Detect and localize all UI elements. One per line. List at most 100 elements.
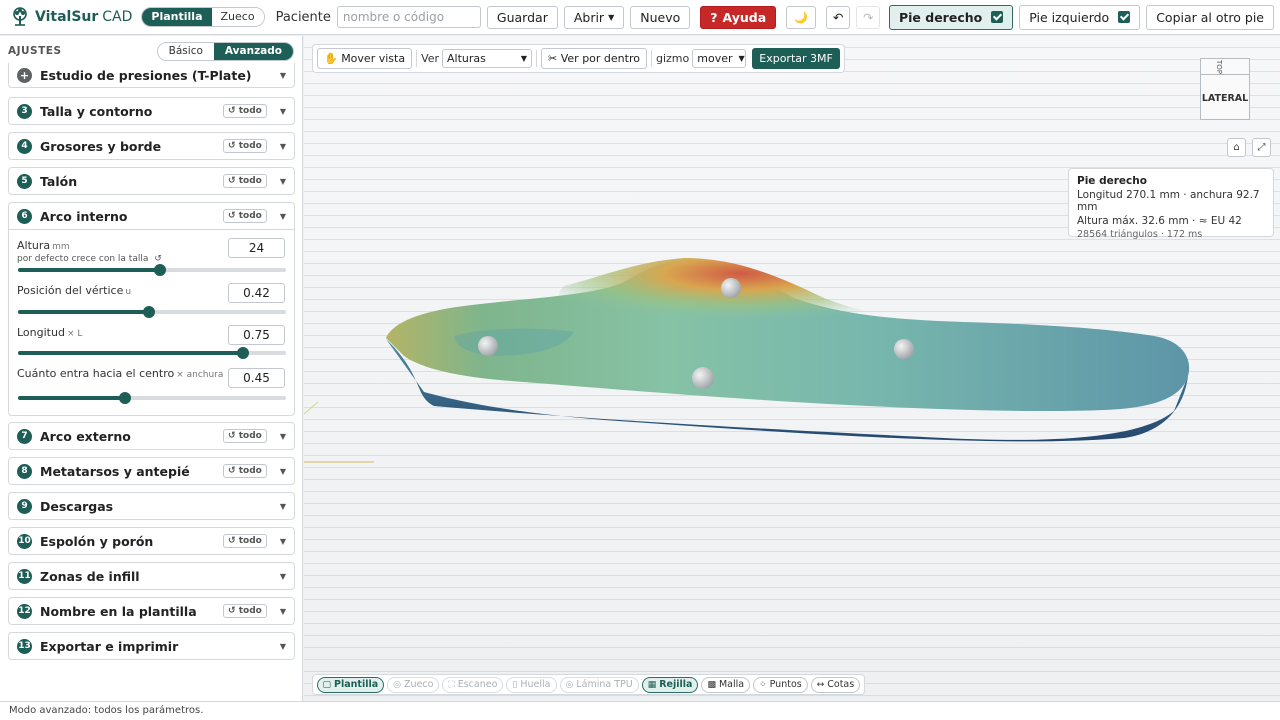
length-input[interactable]: 0.75 — [228, 325, 285, 345]
height-slider[interactable] — [18, 264, 286, 276]
view-cube-top[interactable]: TOP — [1201, 59, 1249, 75]
checkbox-icon — [1118, 11, 1131, 23]
info-title: Pie derecho — [1077, 175, 1147, 187]
section-inner-arch[interactable]: 6 Arco interno ↺ todo ▼ — [8, 202, 295, 230]
section-export-print[interactable]: 13 Exportar e imprimir ▼ — [8, 632, 295, 660]
pan-view-button[interactable]: ✋ Mover vista — [317, 48, 413, 69]
length-slider[interactable] — [18, 347, 286, 359]
reset-all-button[interactable]: ↺ todo — [223, 174, 267, 188]
param-inward: Cuánto entra hacia el centro × anchura 0.… — [17, 366, 287, 390]
param-label: Longitud — [17, 326, 65, 339]
reset-icon[interactable]: ↺ — [154, 254, 162, 264]
expand-icon: ⤢ — [1257, 142, 1266, 153]
mode-switch: Plantilla Zueco — [141, 7, 265, 27]
tree-logo-icon — [13, 7, 27, 26]
reset-all-button[interactable]: ↺ todo — [223, 104, 267, 118]
apex-position-input[interactable]: 0.42 — [228, 283, 285, 303]
export-3mf-button[interactable]: Exportar 3MF — [752, 48, 840, 69]
height-input[interactable]: 24 — [228, 238, 285, 258]
left-foot-toggle[interactable]: Pie izquierdo — [1019, 4, 1141, 30]
chevron-down-icon: ▼ — [279, 501, 286, 511]
open-button[interactable]: Abrir ▼ — [563, 5, 625, 29]
apex-position-slider[interactable] — [18, 306, 286, 318]
layer-dimensions[interactable]: ↔ Cotas — [810, 676, 861, 693]
help-button[interactable]: ? Ayuda — [700, 5, 777, 29]
mode-tab-plantilla[interactable]: Plantilla — [142, 8, 212, 26]
patient-input[interactable] — [336, 6, 481, 28]
section-view-button[interactable]: ✂ Ver por dentro — [541, 48, 647, 69]
save-button[interactable]: Guardar — [486, 5, 558, 29]
layer-scan[interactable]: ⛶ Escaneo — [442, 676, 504, 693]
clog-icon: ◎ — [393, 679, 401, 690]
view-cube-top-label: TOP — [1215, 60, 1223, 75]
control-point-forefoot[interactable] — [894, 339, 914, 359]
layer-label: Cotas — [827, 679, 855, 690]
level-tab-basic[interactable]: Básico — [157, 42, 214, 60]
undo-button[interactable]: ↶ — [826, 5, 851, 29]
theme-toggle-button[interactable]: 🌙 — [786, 5, 817, 29]
copy-to-other-foot-button[interactable]: Copiar al otro pie — [1146, 4, 1274, 30]
section-number: 7 — [17, 428, 32, 444]
chevron-down-icon: ▼ — [279, 431, 286, 441]
section-size-contour[interactable]: 3 Talla y contorno ↺ todo ▼ — [8, 97, 295, 125]
section-insole-name[interactable]: 12 Nombre en la plantilla ↺ todo ▼ — [8, 597, 295, 625]
home-icon: ⌂ — [1233, 142, 1240, 153]
reset-all-button[interactable]: ↺ todo — [223, 209, 267, 223]
right-foot-label: Pie derecho — [898, 9, 983, 25]
mode-tab-zueco[interactable]: Zueco — [211, 8, 264, 26]
layer-label: Puntos — [769, 679, 802, 690]
gizmo-select[interactable]: mover ▼ — [692, 49, 747, 68]
section-pressure-study[interactable]: + Estudio de presiones (T-Plate) ▼ — [8, 63, 295, 88]
layer-footprint[interactable]: ▯ Huella — [506, 676, 557, 693]
home-view-button[interactable]: ⌂ — [1227, 138, 1246, 157]
section-number: 13 — [17, 638, 32, 654]
layer-tpu-sheet[interactable]: ◎ Lámina TPU — [559, 676, 639, 693]
section-metatarsals[interactable]: 8 Metatarsos y antepié ↺ todo ▼ — [8, 457, 295, 485]
chevron-down-icon: ▼ — [279, 176, 286, 186]
section-number: 6 — [17, 208, 32, 224]
layer-points[interactable]: ⁘ Puntos — [753, 676, 808, 693]
layer-mesh[interactable]: ▩ Malla — [701, 676, 751, 693]
slider-knob[interactable] — [237, 347, 250, 359]
section-offloads[interactable]: 9 Descargas ▼ — [8, 492, 295, 520]
3d-viewport[interactable]: ✋ Mover vista Ver Alturas ▼ ✂ Ver por den… — [304, 36, 1280, 701]
inward-input[interactable]: 0.45 — [228, 368, 285, 388]
fullscreen-button[interactable]: ⤢ — [1252, 138, 1271, 157]
slider-knob[interactable] — [119, 392, 132, 404]
section-spur[interactable]: 10 Espolón y porón ↺ todo ▼ — [8, 527, 295, 555]
right-foot-toggle[interactable]: Pie derecho — [888, 4, 1014, 30]
left-foot-label: Pie izquierdo — [1029, 9, 1110, 25]
inward-slider[interactable] — [18, 392, 286, 404]
layer-label: Lámina TPU — [576, 679, 633, 690]
section-outer-arch[interactable]: 7 Arco externo ↺ todo ▼ — [8, 422, 295, 450]
reset-all-button[interactable]: ↺ todo — [223, 464, 267, 478]
redo-button[interactable]: ↷ — [856, 5, 881, 29]
section-title: Talón — [40, 173, 78, 189]
settings-sidebar: AJUSTES Básico Avanzado + Estudio de pre… — [0, 36, 303, 701]
view-mode-select[interactable]: Alturas ▼ — [442, 49, 533, 68]
section-thickness-edge[interactable]: 4 Grosores y borde ↺ todo ▼ — [8, 132, 295, 160]
param-apex-position: Posición del vértice u 0.42 — [17, 283, 287, 305]
layer-toggles: ▢ Plantilla ◎ Zueco ⛶ Escaneo ▯ Huella ◎ Lámi… — [312, 674, 865, 695]
view-cube[interactable]: TOP LATERAL — [1200, 58, 1250, 120]
level-tab-advanced[interactable]: Avanzado — [213, 42, 293, 60]
layer-grid[interactable]: ▦ Rejilla — [641, 676, 699, 693]
top-bar: VitalSur CAD Plantilla Zueco Paciente Gu… — [0, 0, 1280, 35]
section-heel[interactable]: 5 Talón ↺ todo ▼ — [8, 167, 295, 195]
control-point-heel[interactable] — [478, 336, 498, 356]
layer-plantilla[interactable]: ▢ Plantilla — [316, 676, 385, 693]
slider-knob[interactable] — [143, 306, 156, 318]
reset-all-button[interactable]: ↺ todo — [223, 534, 267, 548]
reset-all-button[interactable]: ↺ todo — [223, 139, 267, 153]
control-point-arch[interactable] — [721, 278, 741, 298]
insole-3d-model[interactable] — [304, 36, 1280, 701]
slider-knob[interactable] — [154, 264, 167, 276]
reset-all-button[interactable]: ↺ todo — [223, 604, 267, 618]
new-button[interactable]: Nuevo — [630, 5, 691, 29]
layer-zueco[interactable]: ◎ Zueco — [387, 676, 440, 693]
section-infill-zones[interactable]: 11 Zonas de infill ▼ — [8, 562, 295, 590]
reset-all-button[interactable]: ↺ todo — [223, 429, 267, 443]
section-title: Arco interno — [40, 208, 128, 224]
param-unit: mm — [52, 242, 70, 252]
control-point-center[interactable] — [692, 367, 714, 389]
